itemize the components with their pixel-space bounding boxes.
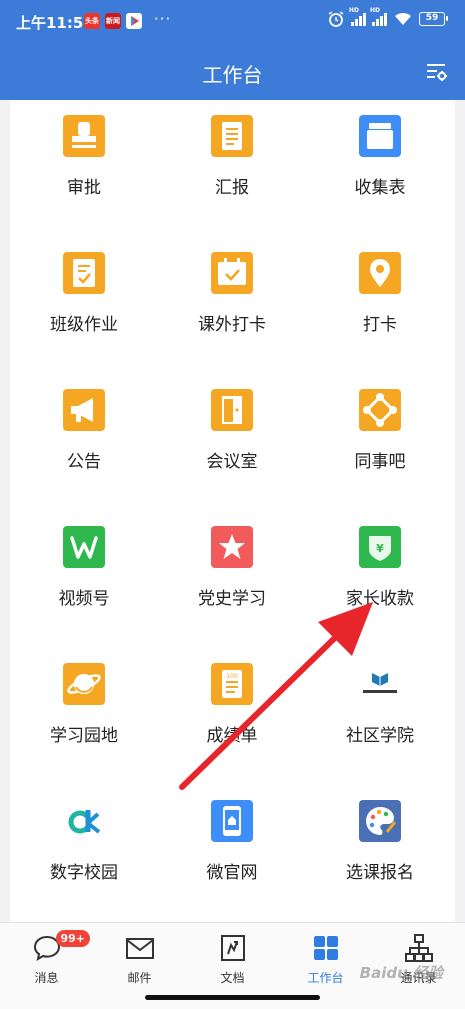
manage-apps-button[interactable] [425,60,449,84]
wifi-icon [395,12,411,25]
report-icon [211,115,253,157]
tab-label: 文档 [220,971,245,985]
tab-documents[interactable]: 文档 [186,933,279,985]
tab-workbench[interactable]: 工作台 [279,933,372,985]
app-tile-16[interactable]: 数字校园 [10,785,158,922]
app-tile-6[interactable]: 打卡 [306,237,454,374]
app-label: 党史学习 [198,589,266,609]
app-tile-12[interactable]: ¥ 家长收款 [306,511,454,648]
app-label: 家长收款 [346,589,414,609]
workbench-grid-icon [313,936,338,960]
app-label: 课外打卡 [198,315,266,335]
app-tile-8[interactable]: 会议室 [158,374,306,511]
app-label: 班级作业 [50,315,118,335]
page-title: 工作台 [202,63,263,87]
app-tile-3[interactable]: 收集表 [306,100,454,237]
stamp-icon [63,115,105,157]
video-channel-icon [63,526,105,568]
tab-label: 消息 [34,971,59,985]
mobile-home-icon [211,800,253,842]
notification-apps: 头条 新闻 [84,13,142,29]
megaphone-icon [63,389,105,431]
app-tile-10[interactable]: 视频号 [10,511,158,648]
app-tile-15[interactable]: 社区学院 [306,648,454,785]
mail-icon [125,938,154,959]
app-tile-18[interactable]: 选课报名 [306,785,454,922]
svg-text:100: 100 [226,673,238,680]
app-tile-11[interactable]: 党史学习 [158,511,306,648]
app-label: 同事吧 [354,452,406,472]
toutiao-app-icon: 头条 [84,13,100,29]
watermark: Baidu 经验 [359,964,443,982]
home-indicator[interactable] [145,995,320,1000]
app-tile-5[interactable]: 课外打卡 [158,237,306,374]
status-bar: 上午11:59 头条 新闻 ··· HD HD 59 [0,0,465,44]
app-label: 汇报 [215,178,249,198]
palette-icon [359,800,401,842]
app-tile-1[interactable]: 审批 [10,100,158,237]
status-time: 上午11:59 [16,14,94,32]
app-label: 微官网 [206,863,258,883]
community-college-logo-icon [359,663,401,705]
star-icon [211,526,253,568]
app-label: 审批 [67,178,101,198]
list-settings-icon [427,64,447,81]
tab-mail[interactable]: 邮件 [93,933,186,985]
app-tile-14[interactable]: 100 成绩单 [158,648,306,785]
app-tile-13[interactable]: 学习园地 [10,648,158,785]
planet-icon [63,663,105,705]
tab-messages[interactable]: 99+ 消息 [0,930,93,985]
signal-icon-2: HD [370,7,387,26]
app-label: 社区学院 [346,726,414,746]
app-grid-panel: 审批 汇报 收集表班级作业 课外打卡 打卡公告 会议室 同事吧视频号 党史学习 ¥ 家长收款学习园… [10,100,455,922]
app-label: 成绩单 [206,726,258,746]
door-icon [211,389,253,431]
app-tile-2[interactable]: 汇报 [158,100,306,237]
app-label: 会议室 [206,452,258,472]
digital-campus-logo-icon [63,800,105,842]
tab-label: 工作台 [307,971,344,985]
status-indicators: HD HD 59 [327,7,448,28]
collection-form-icon [359,115,401,157]
app-label: 视频号 [58,589,110,609]
yuan-shield-icon: ¥ [359,526,401,568]
alarm-icon [328,11,344,27]
video-app-icon [126,13,142,29]
network-icon [359,389,401,431]
svg-text:¥: ¥ [376,542,384,555]
title-bar: 工作台 [0,44,465,100]
calendar-check-icon [211,252,253,294]
app-label: 学习园地 [50,726,118,746]
app-tile-7[interactable]: 公告 [10,374,158,511]
document-icon [220,935,245,961]
app-label: 收集表 [354,178,406,198]
app-label: 打卡 [363,315,397,335]
more-notifications: ··· [154,10,172,28]
app-label: 公告 [67,452,101,472]
screen: 上午11:59 头条 新闻 ··· HD HD 59 工作台 审批 汇报 收集表… [0,0,465,1009]
score-sheet-icon: 100 [211,663,253,705]
unread-badge: 99+ [55,930,91,947]
location-pin-icon [359,252,401,294]
news-app-icon: 新闻 [105,13,121,29]
tab-label: 邮件 [127,971,152,985]
app-label: 数字校园 [50,863,118,883]
app-tile-17[interactable]: 微官网 [158,785,306,922]
app-tile-4[interactable]: 班级作业 [10,237,158,374]
app-label: 选课报名 [346,863,414,883]
app-tile-9[interactable]: 同事吧 [306,374,454,511]
homework-icon [63,252,105,294]
battery-icon: 59 [419,12,448,26]
signal-icon: HD [349,7,366,26]
org-chart-icon [404,934,433,962]
